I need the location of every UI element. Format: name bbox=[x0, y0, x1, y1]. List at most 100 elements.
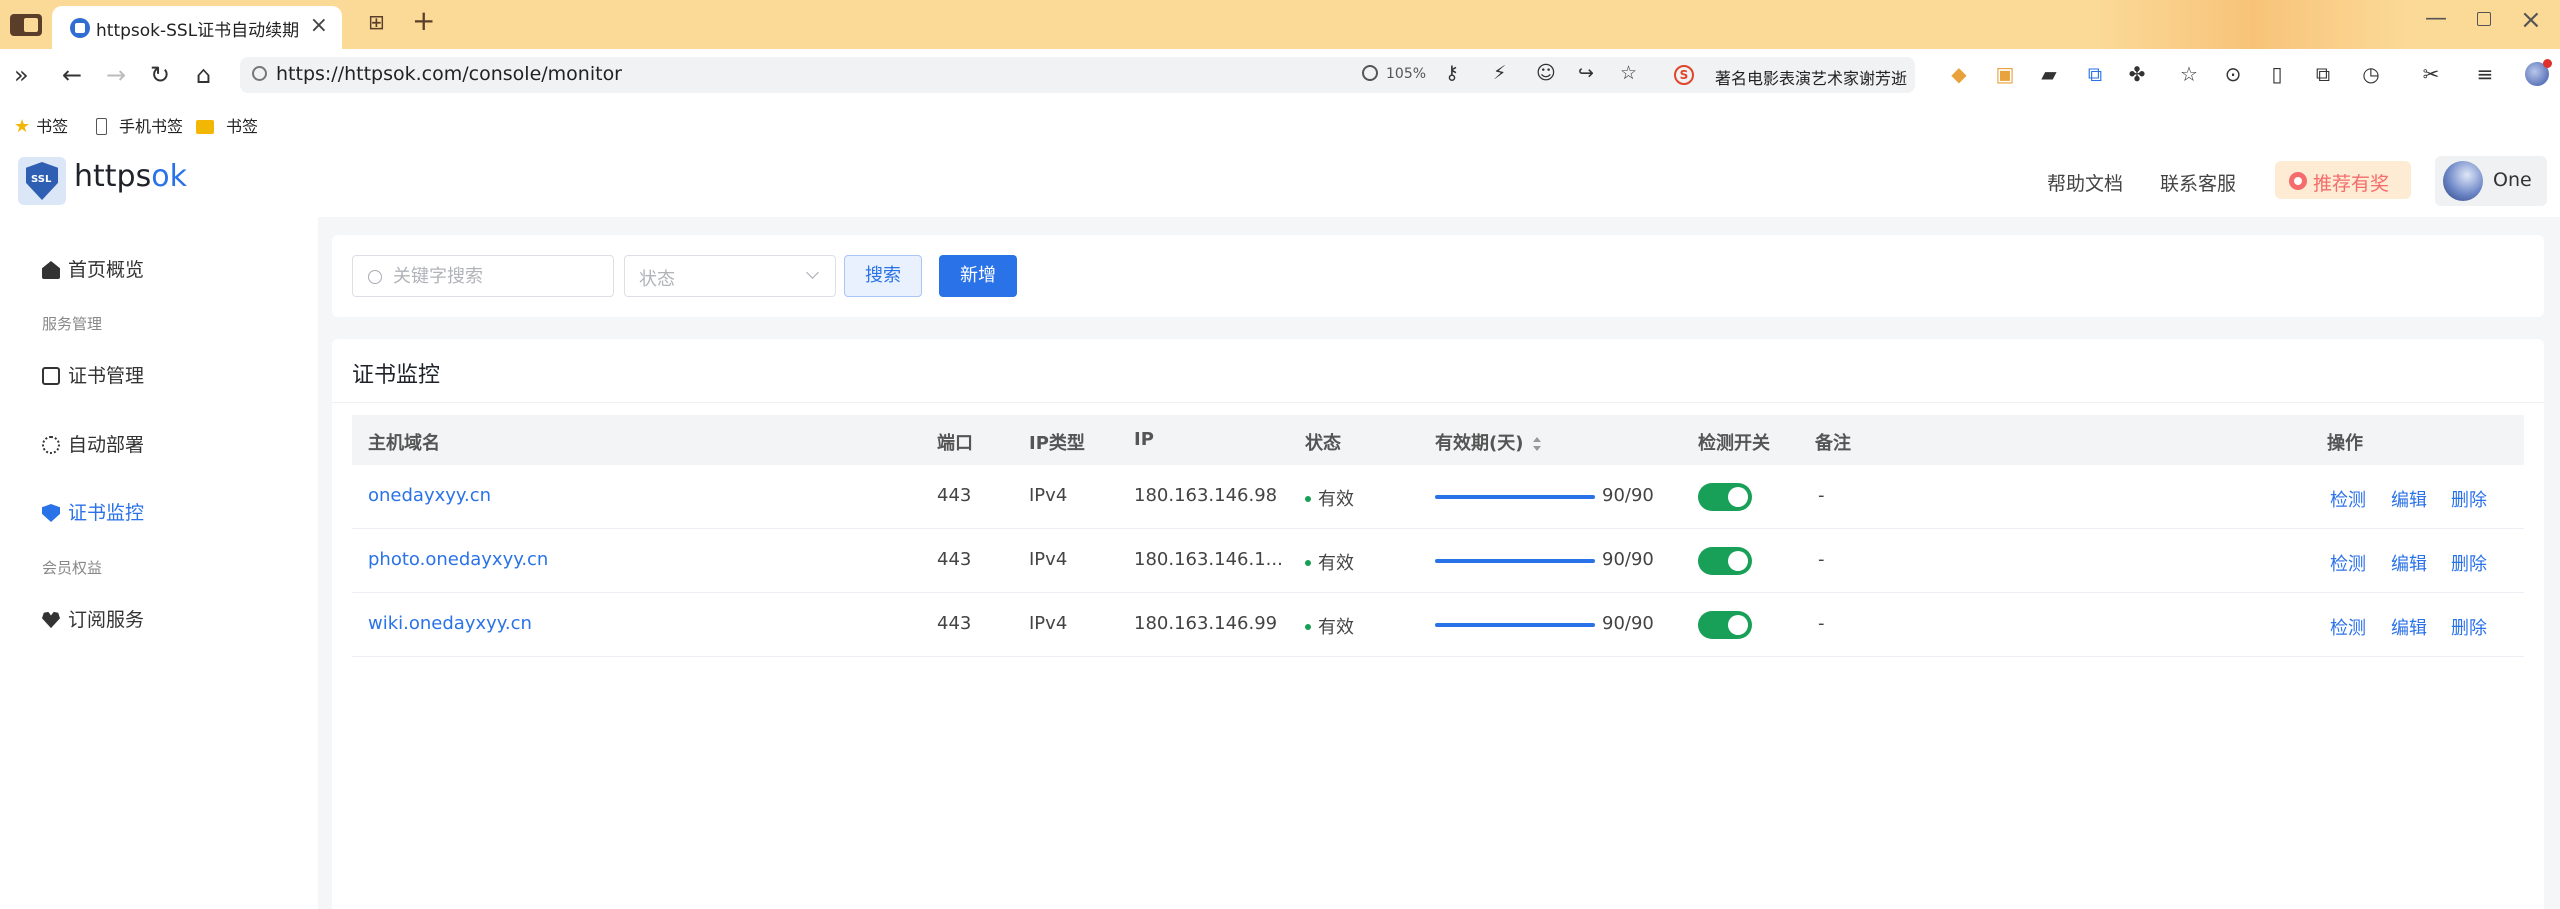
sidebar-item-auto-deploy[interactable]: 自动部署 bbox=[42, 430, 144, 457]
certificate-icon bbox=[42, 367, 60, 385]
logo-badge-text: SSL bbox=[31, 174, 52, 185]
user-menu[interactable]: One bbox=[2435, 156, 2547, 206]
user-name: One bbox=[2493, 169, 2532, 191]
col-monitor-switch: 检测开关 bbox=[1698, 433, 1770, 454]
bookmark-star-icon[interactable]: ☆ bbox=[1620, 62, 1637, 84]
bookmark-item[interactable]: ★ 书签 bbox=[14, 113, 68, 137]
sidebar-item-cert-management[interactable]: 证书管理 bbox=[42, 361, 144, 388]
notes-icon[interactable]: ▣ bbox=[1994, 63, 2016, 85]
extension-ai-icon[interactable]: ◆ bbox=[1948, 63, 1970, 85]
sidebar-expand-icon[interactable]: » bbox=[14, 61, 29, 89]
sidebar-item-cert-monitor[interactable]: 证书监控 bbox=[42, 498, 144, 525]
contact-support-link[interactable]: 联系客服 bbox=[2160, 169, 2236, 196]
monitor-toggle[interactable] bbox=[1698, 547, 1752, 575]
heart-icon bbox=[42, 611, 60, 629]
window-close-icon[interactable]: × bbox=[2520, 5, 2542, 35]
chart-extension-icon[interactable]: ▰ bbox=[2038, 63, 2060, 85]
monitor-table-card: 证书监控 主机域名 端口 IP类型 IP 状态 有效期(天) 检测开关 备注 操… bbox=[332, 339, 2544, 909]
lightning-icon[interactable]: ⚡ bbox=[1493, 62, 1506, 84]
sort-icon[interactable] bbox=[1533, 437, 1542, 451]
collections-icon[interactable]: ⧉ bbox=[2312, 63, 2334, 85]
tab-groups-icon[interactable]: ⊞ bbox=[368, 10, 385, 34]
reload-icon[interactable]: ↻ bbox=[150, 61, 170, 89]
col-port: 端口 bbox=[937, 433, 973, 454]
zoom-icon[interactable] bbox=[1362, 65, 1378, 81]
sidebar: 首页概览 服务管理 证书管理 自动部署 证书监控 会员权益 订阅服务 bbox=[0, 217, 318, 909]
ip-cell: 180.163.146.98 bbox=[1134, 485, 1278, 506]
check-button[interactable]: 检测 bbox=[2330, 550, 2366, 576]
bookmark-item-folder[interactable]: 书签 bbox=[196, 113, 258, 137]
bookmarks-bar: ★ 书签 手机书签 书签 bbox=[0, 103, 2560, 145]
url-text[interactable]: https://httpsok.com/console/monitor bbox=[276, 63, 622, 85]
hostname-link[interactable]: onedayxyy.cn bbox=[368, 485, 491, 506]
ip-cell: 180.163.146.1... bbox=[1134, 549, 1283, 570]
col-actions: 操作 bbox=[2327, 433, 2363, 454]
address-bar[interactable]: https://httpsok.com/console/monitor 105%… bbox=[240, 57, 1915, 93]
col-status: 状态 bbox=[1305, 433, 1341, 454]
profile-avatar-icon[interactable] bbox=[2525, 59, 2552, 86]
logo-text[interactable]: httpsok bbox=[74, 159, 187, 194]
ip-cell: 180.163.146.99 bbox=[1134, 613, 1278, 634]
sidebar-item-home[interactable]: 首页概览 bbox=[42, 255, 144, 282]
history-icon[interactable]: ◷ bbox=[2360, 63, 2382, 85]
favorites-icon[interactable]: ☆ bbox=[2178, 63, 2200, 85]
help-docs-link[interactable]: 帮助文档 bbox=[2047, 169, 2123, 196]
home-icon[interactable]: ⌂ bbox=[196, 61, 211, 89]
note-cell: - bbox=[1818, 613, 1825, 634]
status-select[interactable]: 状态 bbox=[624, 255, 836, 297]
col-validity[interactable]: 有效期(天) bbox=[1435, 429, 1542, 455]
monitor-toggle[interactable] bbox=[1698, 483, 1752, 511]
share-icon[interactable]: ↪ bbox=[1578, 62, 1594, 84]
tab-title: httpsok-SSL证书自动续期 bbox=[96, 21, 300, 41]
tab-close-icon[interactable]: × bbox=[310, 13, 328, 38]
table-header: 主机域名 端口 IP类型 IP 状态 有效期(天) 检测开关 备注 操作 bbox=[352, 415, 2524, 465]
sogou-search-icon[interactable]: S bbox=[1674, 65, 1694, 85]
zoom-level[interactable]: 105% bbox=[1386, 66, 1426, 82]
download-icon[interactable]: ⊙ bbox=[2222, 63, 2244, 85]
new-tab-icon[interactable]: + bbox=[412, 4, 435, 37]
window-restore-icon[interactable] bbox=[2477, 12, 2491, 26]
keyword-search-input[interactable] bbox=[352, 255, 614, 297]
validity-cell: 90/90 bbox=[1602, 549, 1654, 570]
phone-icon bbox=[96, 118, 107, 135]
avatar bbox=[2443, 161, 2483, 201]
forward-icon[interactable]: → bbox=[106, 61, 126, 89]
logo-icon[interactable]: SSL bbox=[18, 157, 66, 205]
search-suggestion[interactable]: 著名电影表演艺术家谢芳逝 bbox=[1715, 65, 1910, 89]
delete-button[interactable]: 删除 bbox=[2451, 550, 2487, 576]
edit-button[interactable]: 编辑 bbox=[2391, 550, 2427, 576]
key-icon[interactable]: ⚷ bbox=[1445, 62, 1459, 84]
status-cell: 有效 bbox=[1305, 613, 1354, 639]
back-icon[interactable]: ← bbox=[62, 61, 82, 89]
menu-icon[interactable]: ≡ bbox=[2474, 63, 2496, 85]
edit-button[interactable]: 编辑 bbox=[2391, 614, 2427, 640]
sidebar-toggle-icon[interactable] bbox=[10, 14, 42, 36]
delete-button[interactable]: 删除 bbox=[2451, 486, 2487, 512]
tab-active[interactable]: httpsok-SSL证书自动续期 × bbox=[52, 6, 342, 49]
check-button[interactable]: 检测 bbox=[2330, 486, 2366, 512]
window-minimize-icon[interactable]: — bbox=[2425, 6, 2447, 31]
add-button[interactable]: 新增 bbox=[939, 255, 1017, 297]
ip-type-cell: IPv4 bbox=[1029, 485, 1068, 506]
status-cell: 有效 bbox=[1305, 485, 1354, 511]
check-button[interactable]: 检测 bbox=[2330, 614, 2366, 640]
monitor-toggle[interactable] bbox=[1698, 611, 1752, 639]
recommend-reward-button[interactable]: 推荐有奖 bbox=[2275, 161, 2411, 199]
edit-button[interactable]: 编辑 bbox=[2391, 486, 2427, 512]
search-button[interactable]: 搜索 bbox=[844, 255, 922, 297]
extensions-icon[interactable]: ✤ bbox=[2126, 63, 2148, 85]
col-ip: IP bbox=[1134, 429, 1154, 450]
hostname-link[interactable]: photo.onedayxyy.cn bbox=[368, 549, 548, 570]
delete-button[interactable]: 删除 bbox=[2451, 614, 2487, 640]
mobile-icon[interactable]: ▯ bbox=[2266, 63, 2288, 85]
translate-icon[interactable]: ⧉ bbox=[2084, 63, 2106, 85]
reader-icon[interactable]: ☺ bbox=[1536, 62, 1556, 84]
port-cell: 443 bbox=[937, 485, 972, 506]
recommend-label: 推荐有奖 bbox=[2313, 173, 2390, 195]
screenshot-icon[interactable]: ✂ bbox=[2420, 63, 2442, 85]
toggle-knob bbox=[1728, 551, 1748, 571]
sidebar-item-subscription[interactable]: 订阅服务 bbox=[42, 605, 144, 632]
table-row: onedayxyy.cn 443 IPv4 180.163.146.98 有效 … bbox=[352, 465, 2524, 529]
hostname-link[interactable]: wiki.onedayxyy.cn bbox=[368, 613, 532, 634]
bookmark-item-mobile[interactable]: 手机书签 bbox=[96, 113, 183, 137]
